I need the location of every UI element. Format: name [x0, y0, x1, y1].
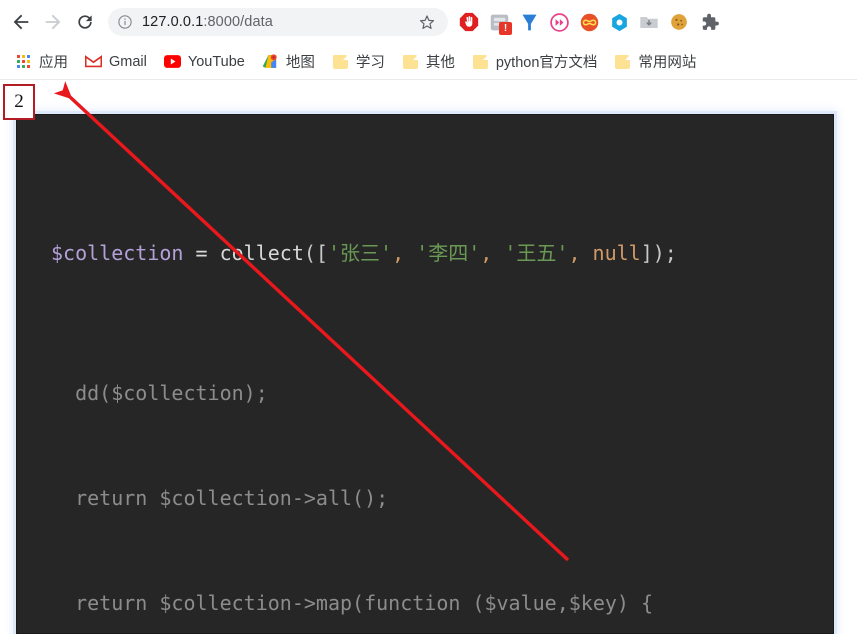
yandex-extension-icon[interactable] [516, 9, 542, 35]
token-string-2: '李四' [416, 241, 481, 265]
google-maps-icon [262, 53, 279, 70]
code-editor-panel[interactable]: $collection = collect(['张三', '李四', '王五',… [16, 114, 834, 634]
bookmarks-bar: 应用 Gmail YouTube 地图 学习 其他 python官方文档 常用网… [0, 44, 857, 80]
token-close-bracket: ]); [640, 241, 677, 265]
code-lines-container: $collection = collect(['张三', '李四', '王五',… [17, 115, 833, 633]
url-path: :8000/data [203, 14, 273, 30]
url-host: 127.0.0.1 [142, 14, 204, 30]
url-text[interactable]: 127.0.0.1:8000/data [142, 14, 410, 30]
bookmark-folder-python-docs[interactable]: python官方文档 [465, 47, 605, 76]
bookmark-folder-other[interactable]: 其他 [395, 47, 462, 76]
youtube-icon [163, 53, 181, 70]
download-manager-icon[interactable] [636, 9, 662, 35]
bookmark-label: 应用 [39, 55, 68, 71]
bookmark-label: python官方文档 [495, 55, 598, 71]
code-line-collect[interactable]: $collection = collect(['张三', '李四', '王五',… [17, 236, 833, 271]
token-function: collect [219, 241, 304, 265]
token-open-bracket: ([ [303, 241, 328, 265]
token-null: null [592, 241, 641, 265]
forward-arrow-icon [38, 7, 68, 37]
bookmark-label: 地图 [285, 55, 315, 71]
token-string-3: '王五' [504, 241, 569, 265]
token-comma-3: , [568, 241, 593, 265]
gmail-icon [85, 53, 102, 70]
token-comma-2: , [480, 241, 505, 265]
bookmark-youtube[interactable]: YouTube [157, 49, 252, 74]
extension-icons: ! [456, 9, 722, 35]
bookmark-folder-common-sites[interactable]: 常用网站 [607, 47, 703, 76]
token-variable: $collection [51, 241, 184, 265]
bookmark-label: 其他 [425, 55, 455, 71]
adblock-extension-icon[interactable] [456, 9, 482, 35]
code-line-all[interactable]: return $collection->all(); [17, 481, 833, 516]
page-content-area: 2 $collection = collect(['张三', '李四', '王五… [0, 80, 857, 634]
code-line-map-open[interactable]: return $collection->map(function ($value… [17, 586, 833, 621]
infinity-extension-icon[interactable] [576, 9, 602, 35]
extension-badge: ! [499, 22, 512, 35]
bookmark-label: Gmail [109, 53, 147, 70]
address-bar[interactable]: 127.0.0.1:8000/data [108, 8, 448, 36]
back-arrow-icon[interactable] [6, 7, 36, 37]
token-assign: = [183, 241, 220, 265]
folder-icon [614, 53, 631, 70]
folder-icon [472, 53, 489, 70]
site-info-icon[interactable] [117, 14, 133, 30]
reload-icon[interactable] [70, 7, 100, 37]
bookmark-star-icon[interactable] [416, 11, 438, 33]
annotation-step-number: 2 [3, 84, 35, 120]
bookmark-apps[interactable]: 应用 [8, 47, 75, 76]
code-line-dd[interactable]: dd($collection); [17, 376, 833, 411]
token-comma-1: , [392, 241, 417, 265]
tampermonkey-extension-icon[interactable]: ! [486, 9, 512, 35]
folder-icon [332, 53, 349, 70]
fast-forward-extension-icon[interactable] [546, 9, 572, 35]
octane-extension-icon[interactable] [606, 9, 632, 35]
cookie-extension-icon[interactable] [666, 9, 692, 35]
extensions-puzzle-icon[interactable] [696, 9, 722, 35]
bookmark-maps[interactable]: 地图 [255, 47, 322, 76]
folder-icon [402, 53, 419, 70]
browser-toolbar: 127.0.0.1:8000/data ! [0, 0, 857, 44]
bookmark-label: 学习 [355, 55, 385, 71]
apps-grid-icon [15, 53, 32, 70]
token-string-1: '张三' [327, 241, 393, 265]
bookmark-folder-study[interactable]: 学习 [325, 47, 392, 76]
browser-chrome: 127.0.0.1:8000/data ! 应用 Gmail YouTube 地… [0, 0, 857, 80]
bookmark-gmail[interactable]: Gmail [78, 49, 154, 74]
bookmark-label: YouTube [187, 53, 245, 70]
bookmark-label: 常用网站 [638, 55, 697, 71]
